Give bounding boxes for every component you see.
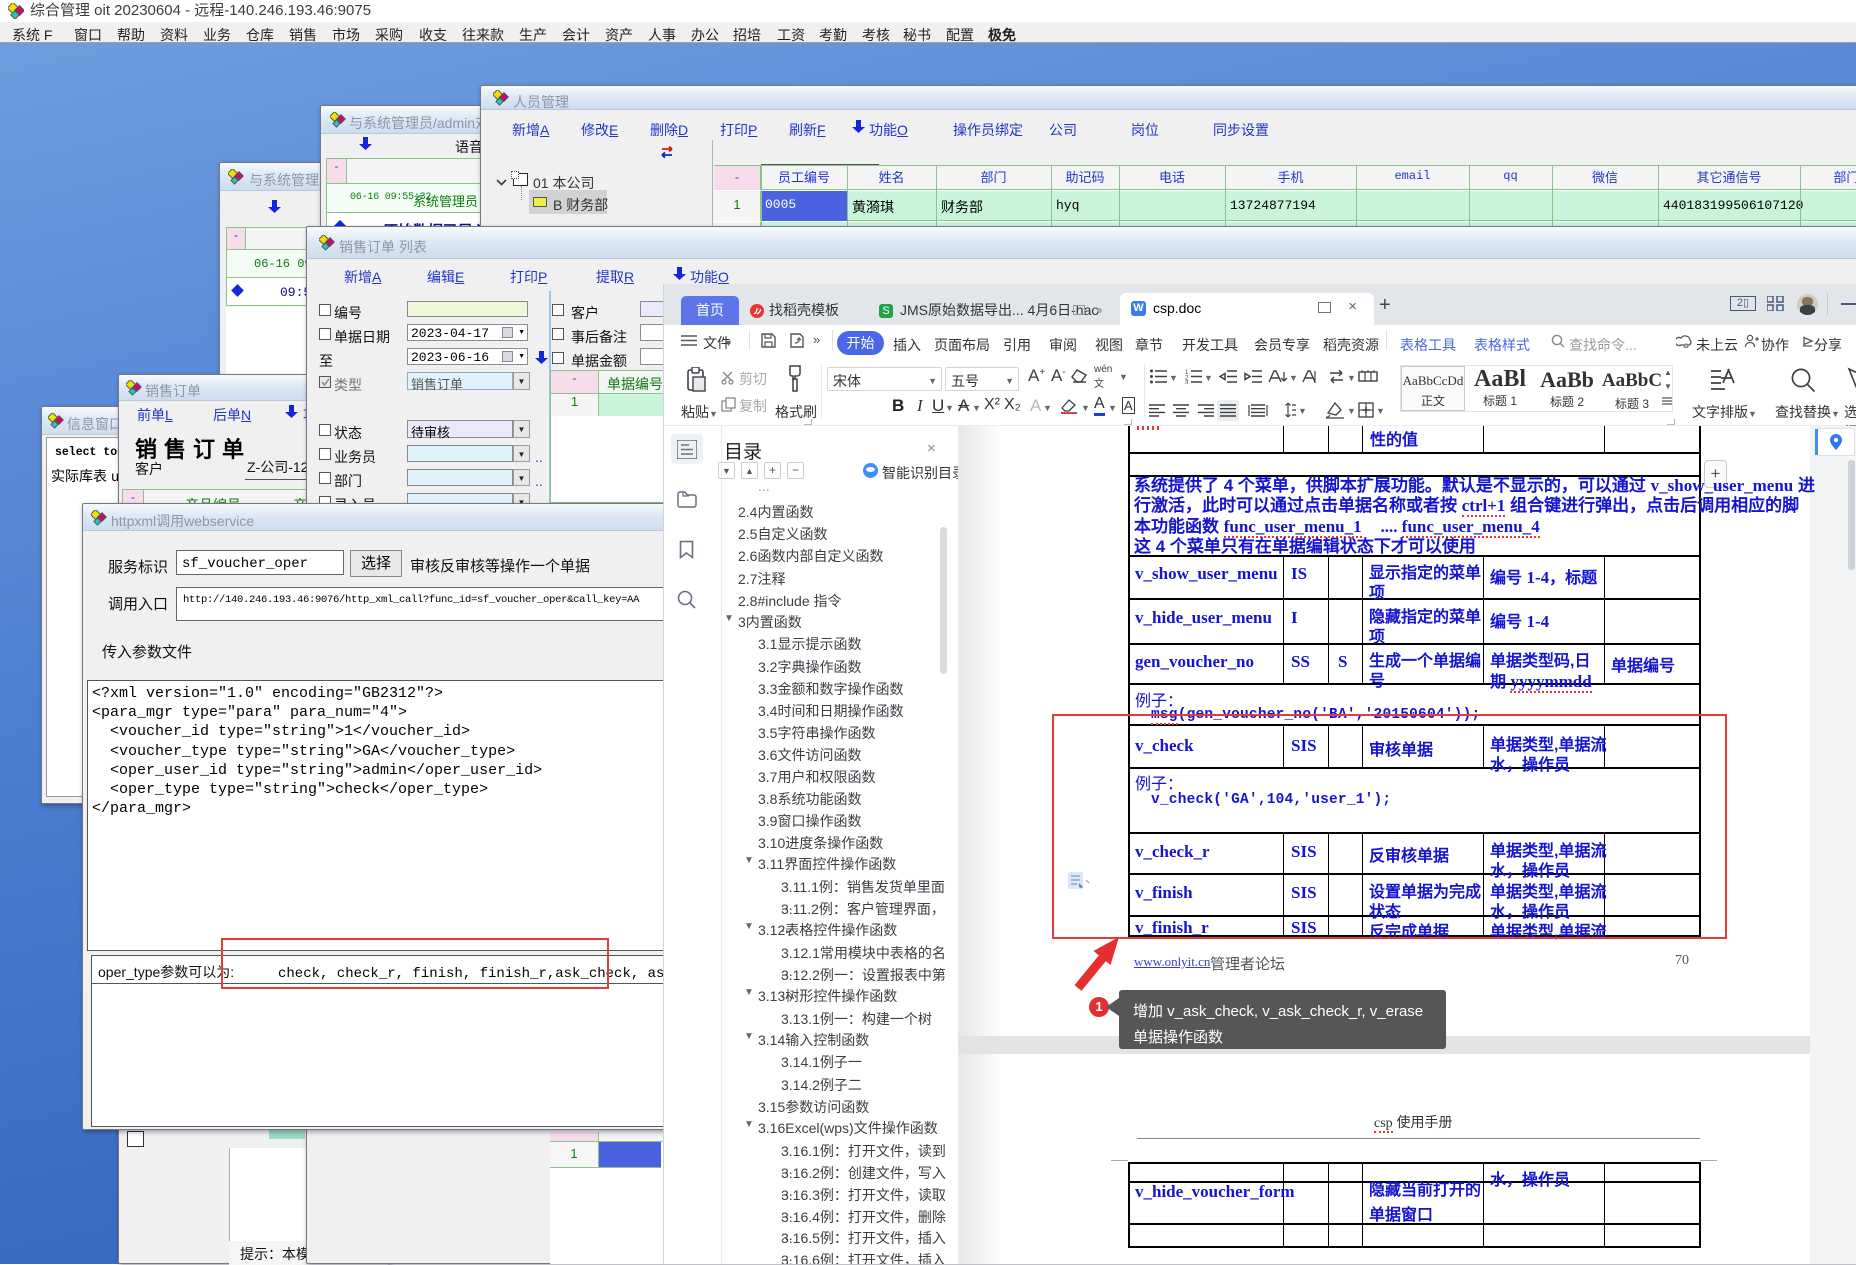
svg-text:3: 3 [1185,381,1189,385]
